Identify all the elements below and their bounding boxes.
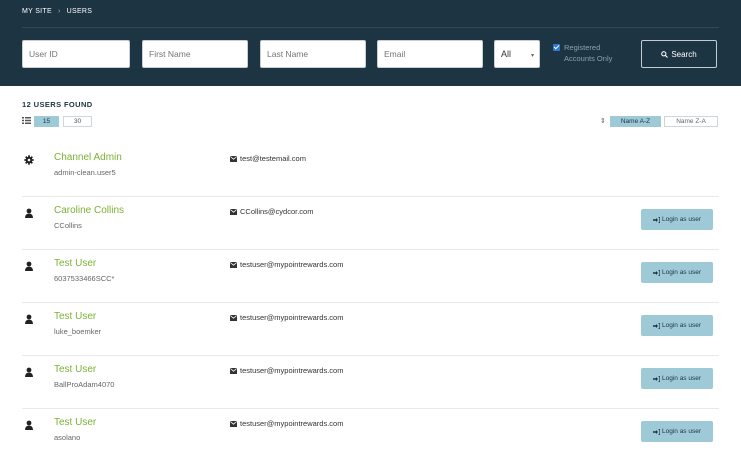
search-button[interactable]: Search [641, 40, 717, 68]
user-username: 6037533466SCC* [54, 274, 115, 283]
user-email: CCollins@cydcor.com [230, 207, 313, 216]
user-email-text: testuser@mypointrewards.com [240, 313, 344, 322]
user-username: asolano [54, 433, 81, 442]
user-row: Test User luke_boemker testuser@mypointr… [22, 304, 719, 356]
user-email-text: testuser@mypointrewards.com [240, 260, 344, 269]
user-id-input[interactable] [22, 40, 130, 68]
sign-in-icon [652, 428, 660, 435]
sort-name-asc[interactable]: Name A-Z [610, 116, 661, 127]
login-as-user-label: Login as user [661, 269, 702, 276]
user-email-text: test@testemail.com [240, 154, 306, 163]
first-name-input[interactable] [142, 40, 248, 68]
user-name-link[interactable]: Caroline Collins [54, 205, 124, 216]
user-name-link[interactable]: Test User [54, 311, 96, 322]
user-email: testuser@mypointrewards.com [230, 366, 343, 375]
user-icon [25, 367, 33, 377]
user-email: test@testemail.com [230, 154, 306, 163]
user-row: Channel Admin admin-clean.user5 test@tes… [22, 145, 719, 197]
grid-view-icon[interactable] [22, 117, 31, 124]
envelope-icon [230, 261, 237, 268]
sign-in-icon [652, 269, 660, 276]
breadcrumb-current: USERS [66, 8, 93, 15]
user-row: Test User asolano testuser@mypointreward… [22, 410, 719, 450]
status-select-value: All [501, 49, 512, 59]
envelope-icon [230, 155, 237, 162]
user-name-link[interactable]: Test User [54, 258, 96, 269]
user-email-text: CCollins@cydcor.com [240, 207, 314, 216]
email-input[interactable] [377, 40, 483, 68]
user-username: luke_boemker [54, 327, 102, 336]
login-as-user-button[interactable]: Login as user [641, 368, 713, 389]
last-name-input[interactable] [260, 40, 366, 68]
login-as-user-button[interactable]: Login as user [641, 209, 713, 230]
user-icon [25, 261, 33, 271]
breadcrumb: MY SITE › USERS [22, 8, 92, 15]
user-name-link[interactable]: Channel Admin [54, 152, 122, 163]
user-name-link[interactable]: Test User [54, 417, 96, 428]
user-email-text: testuser@mypointrewards.com [240, 419, 344, 428]
user-email: testuser@mypointrewards.com [230, 313, 343, 322]
page-header: MY SITE › USERS All ▾ Registered Account… [0, 0, 741, 86]
login-as-user-button[interactable]: Login as user [641, 421, 713, 442]
chevron-down-icon: ▾ [530, 53, 534, 59]
envelope-icon [230, 208, 237, 215]
login-as-user-label: Login as user [661, 322, 702, 329]
user-icon [25, 314, 33, 324]
envelope-icon [230, 314, 237, 321]
sign-in-icon [652, 375, 660, 382]
user-row: Test User 6037533466SCC* testuser@mypoin… [22, 251, 719, 303]
user-email-text: testuser@mypointrewards.com [240, 366, 344, 375]
user-email: testuser@mypointrewards.com [230, 419, 343, 428]
header-divider [22, 27, 719, 28]
envelope-icon [230, 420, 237, 427]
login-as-user-label: Login as user [661, 216, 702, 223]
page-size-30[interactable]: 30 [63, 116, 92, 127]
page-size-15[interactable]: 15 [34, 116, 59, 127]
gear-icon [24, 155, 34, 165]
registered-label: Registered Accounts Only [564, 43, 613, 63]
search-icon [661, 50, 669, 58]
sort-icon: ⇕ [600, 118, 606, 125]
search-button-label: Search [671, 49, 697, 59]
sign-in-icon [652, 216, 660, 223]
login-as-user-button[interactable]: Login as user [641, 262, 713, 283]
user-username: BallProAdam4070 [54, 380, 115, 389]
user-icon [25, 208, 33, 218]
sort-name-desc[interactable]: Name Z-A [664, 116, 718, 127]
envelope-icon [230, 367, 237, 374]
status-select[interactable]: All ▾ [494, 40, 540, 68]
user-icon [25, 420, 33, 430]
breadcrumb-site-link[interactable]: MY SITE [22, 8, 52, 15]
sign-in-icon [652, 322, 660, 329]
user-row: Caroline Collins CCollins CCollins@cydco… [22, 198, 719, 250]
registered-checkbox[interactable] [553, 44, 560, 51]
user-username: admin-clean.user5 [54, 168, 116, 177]
user-username: CCollins [54, 221, 82, 230]
login-as-user-label: Login as user [661, 375, 702, 382]
breadcrumb-separator: › [57, 8, 61, 15]
login-as-user-label: Login as user [661, 428, 702, 435]
user-email: testuser@mypointrewards.com [230, 260, 343, 269]
registered-only-toggle[interactable]: Registered Accounts Only [553, 42, 624, 64]
user-row: Test User BallProAdam4070 testuser@mypoi… [22, 357, 719, 409]
user-name-link[interactable]: Test User [54, 364, 96, 375]
login-as-user-button[interactable]: Login as user [641, 315, 713, 336]
results-count: 12 USERS FOUND [22, 100, 93, 109]
